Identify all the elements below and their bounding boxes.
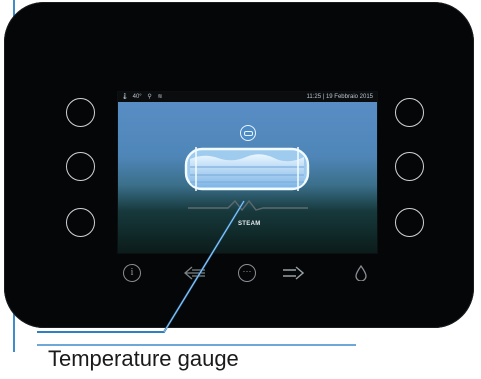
forward-arrow-icon[interactable] [282,266,304,280]
callout-caption: Temperature gauge [48,346,239,371]
display-screen[interactable]: 🌡 40° ⚲ ≋ 11:25 | 19 Febbraio 2015 STEAM [118,92,377,253]
temperature-readout: 40° [132,94,142,100]
timer-icon[interactable] [240,125,256,141]
menu-icon[interactable]: ··· [238,264,256,282]
right-button-middle[interactable] [395,152,424,181]
tank-icon [184,147,310,191]
right-button-top[interactable] [395,98,424,127]
left-button-middle[interactable] [66,152,95,181]
left-button-bottom[interactable] [66,208,95,237]
control-panel-device: 🌡 40° ⚲ ≋ 11:25 | 19 Febbraio 2015 STEAM… [4,2,474,328]
right-button-bottom[interactable] [395,208,424,237]
status-bar: 🌡 40° ⚲ ≋ 11:25 | 19 Febbraio 2015 [118,92,377,102]
signal-icon: ≋ [157,94,163,100]
water-drop-icon[interactable] [355,265,367,281]
info-icon[interactable]: i [123,264,141,282]
person-icon: ⚲ [147,94,152,100]
left-button-top[interactable] [66,98,95,127]
time-date: 11:25 | 19 Febbraio 2015 [306,94,374,100]
steam-mode-label: STEAM [238,221,261,227]
back-arrow-icon[interactable] [184,266,206,280]
thermometer-icon: 🌡 [121,94,129,100]
heater-element-icon [188,199,308,212]
